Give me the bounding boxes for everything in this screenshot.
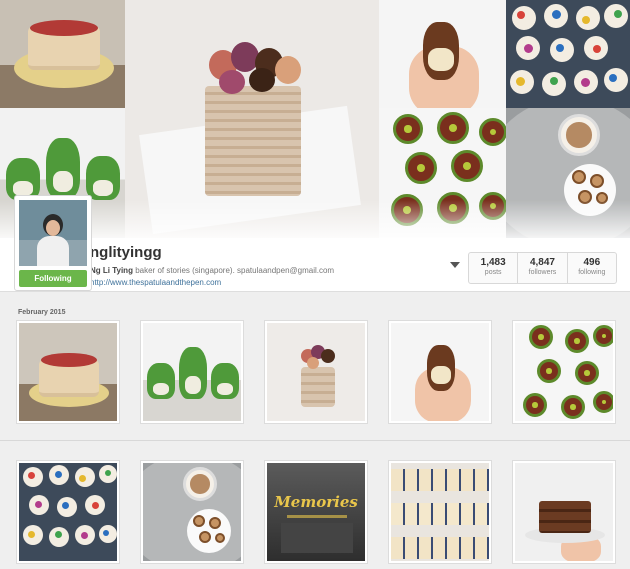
post-thumbnail[interactable] xyxy=(16,320,120,424)
post-thumbnail[interactable] xyxy=(264,320,368,424)
feed-divider xyxy=(0,440,630,441)
post-thumbnail[interactable] xyxy=(388,460,492,564)
stat-posts[interactable]: 1,483 posts xyxy=(469,253,517,283)
stat-following-label: following xyxy=(578,269,606,276)
cover-fade-overlay xyxy=(0,200,630,238)
stat-following-count: 496 xyxy=(583,257,601,268)
stat-posts-count: 1,483 xyxy=(480,257,506,268)
profile-avatar-card: Following xyxy=(14,195,92,291)
post-thumbnail[interactable] xyxy=(16,460,120,564)
stat-followers-count: 4,847 xyxy=(529,257,555,268)
post-thumbnail[interactable] xyxy=(512,460,616,564)
avatar[interactable] xyxy=(19,200,87,266)
post-thumbnail[interactable] xyxy=(388,320,492,424)
post-memories-caption: Memories xyxy=(274,493,358,511)
stat-followers-label: followers xyxy=(528,269,557,276)
profile-username: nglityingg xyxy=(90,244,162,261)
profile-website-link[interactable]: http://www.thespatulaandthepen.com xyxy=(90,278,221,287)
profile-bio-text: baker of stories (singapore). spatulaand… xyxy=(135,266,335,275)
stat-posts-label: posts xyxy=(484,269,502,276)
post-thumbnail[interactable] xyxy=(140,460,244,564)
options-caret-icon[interactable] xyxy=(450,262,460,268)
cover-tile-cake[interactable] xyxy=(0,0,125,108)
post-thumbnail[interactable]: Memories xyxy=(264,460,368,564)
profile-bio: Ng Li Tying baker of stories (singapore)… xyxy=(90,266,334,275)
feed-month-label: February 2015 xyxy=(18,309,66,316)
cover-photo-mosaic xyxy=(0,0,630,238)
stat-followers[interactable]: 4,847 followers xyxy=(517,253,566,283)
cover-tile-splatter-macarons[interactable] xyxy=(506,0,630,108)
following-button[interactable]: Following xyxy=(19,270,87,287)
profile-full-name: Ng Li Tying xyxy=(90,266,133,275)
stat-following[interactable]: 496 following xyxy=(566,253,616,283)
feed-row: Memories xyxy=(16,460,616,564)
feed-row xyxy=(16,320,616,424)
cover-tile-hand-eclair[interactable] xyxy=(379,0,506,108)
post-thumbnail[interactable] xyxy=(140,320,244,424)
profile-stats: 1,483 posts 4,847 followers 496 followin… xyxy=(468,252,617,284)
post-thumbnail[interactable] xyxy=(512,320,616,424)
